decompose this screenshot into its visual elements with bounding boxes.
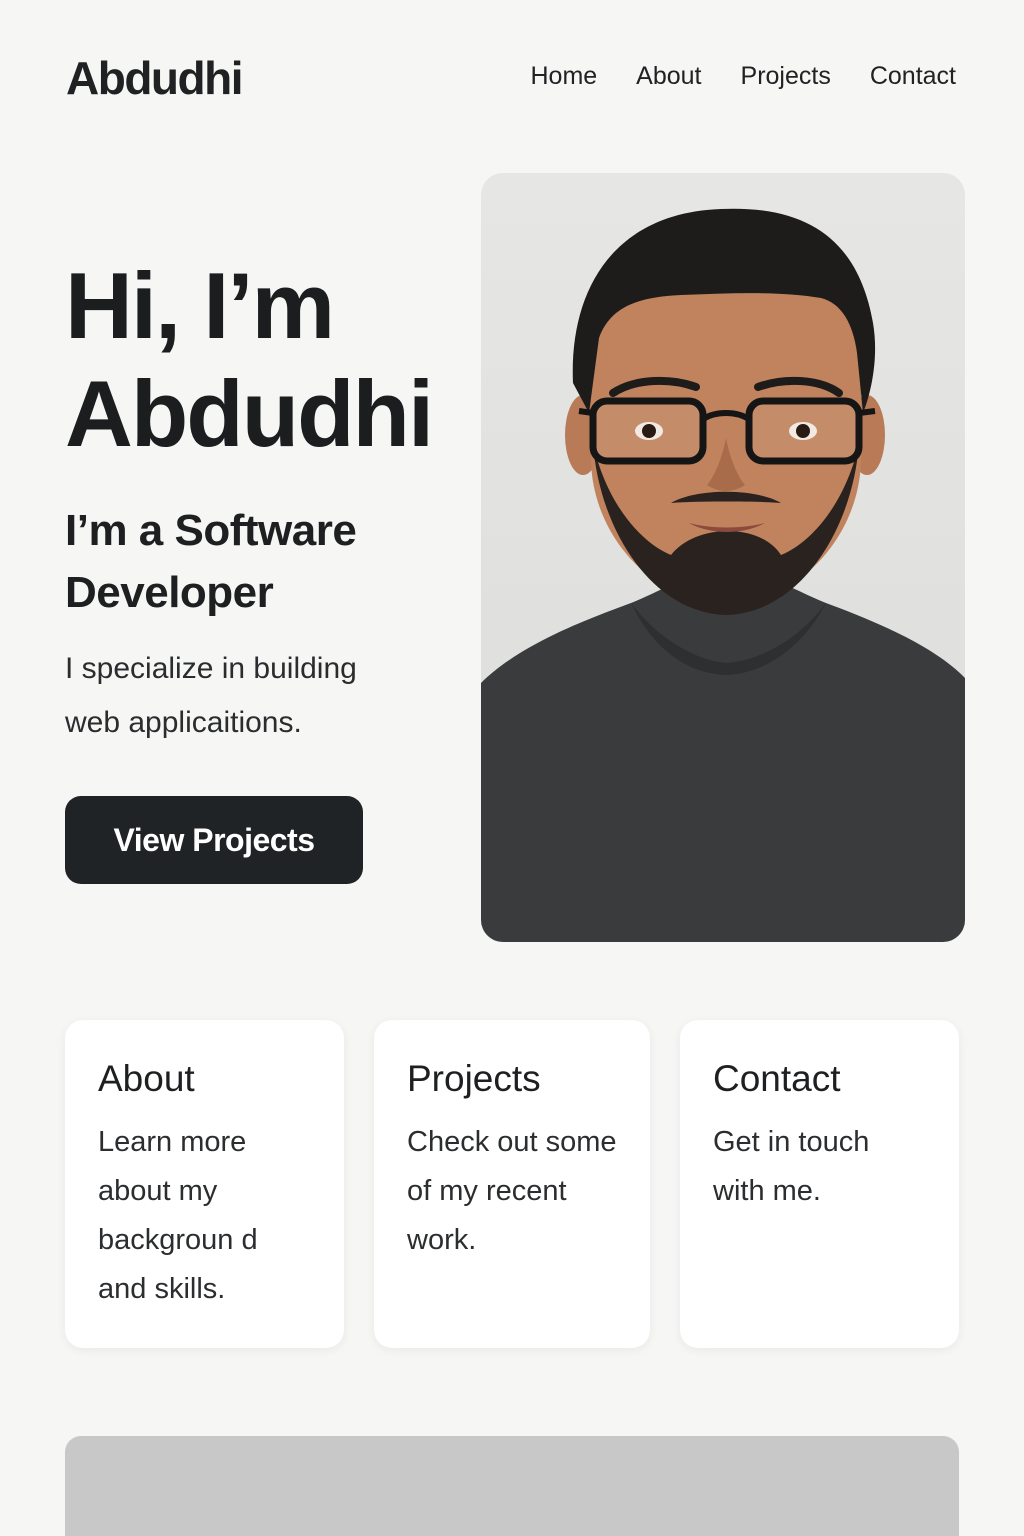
hero-description: I specialize in building web applicaitio… [65,652,357,739]
about-card-title: About [98,1058,195,1099]
hero-intro: Hi, I’m Abdudhi I’m a Software Developer… [65,252,465,750]
nav-about-link[interactable]: About [636,58,701,94]
hero-heading: Hi, I’m Abdudhi [65,252,465,468]
projects-card-title: Projects [407,1058,541,1099]
about-card-text: Learn more about my backgroun d and skil… [98,1126,258,1305]
site-header: Abdudhi Home About Projects Contact [0,0,1024,150]
projects-card[interactable]: Projects Check out some of my recent wor… [374,1020,650,1348]
projects-card-text: Check out some of my recent work. [407,1126,617,1256]
image-placeholder-block [65,1436,959,1536]
summary-cards: About Learn more about my backgroun d an… [65,1020,959,1348]
main-nav: Home About Projects Contact [530,58,956,94]
nav-projects-link[interactable]: Projects [741,58,831,94]
nav-home-link[interactable]: Home [530,58,597,94]
site-logo[interactable]: Abdudhi [66,50,244,106]
contact-card-text: Get in touch with me. [713,1126,870,1207]
hero-role: I’m a Software Developer [65,506,357,617]
contact-card[interactable]: Contact Get in touch with me. [680,1020,959,1348]
nav-contact-link[interactable]: Contact [870,58,956,94]
hero-greeting-line: Hi, I’m [65,253,335,358]
hero-name-line: Abdudhi [65,361,434,466]
about-card[interactable]: About Learn more about my backgroun d an… [65,1020,344,1348]
profile-photo-illustration [481,208,965,942]
view-projects-button[interactable]: View Projects [65,796,363,884]
contact-card-title: Contact [713,1058,841,1099]
profile-photo [481,173,965,942]
